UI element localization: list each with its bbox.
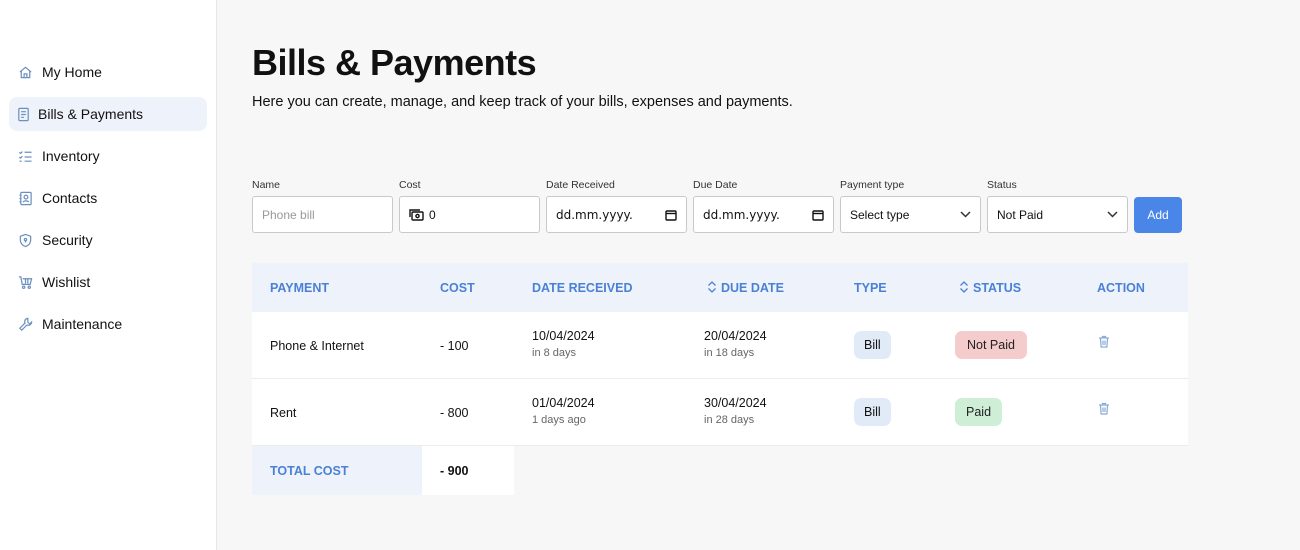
table-row-cells: Phone & Internet - 100 10/04/2024 in 8 d… [252, 312, 1188, 378]
date-received-input[interactable]: dd.mm.yyyy. [546, 196, 687, 233]
header-status[interactable]: STATUS [959, 281, 1021, 295]
table-header: PAYMENT COST DATE RECEIVED DUE DATE TYPE… [252, 263, 1188, 312]
cost-input[interactable]: 0 [399, 196, 540, 233]
date-received-date: 10/04/2024 [532, 329, 595, 343]
date-received-cell: 01/04/2024 1 days ago [532, 396, 595, 426]
contact-card-icon [17, 190, 33, 206]
cost-field: Cost 0 [399, 179, 540, 233]
sidebar-item-label: My Home [42, 64, 102, 80]
header-status-label: STATUS [973, 281, 1022, 295]
status-badge: Paid [955, 398, 1003, 426]
checklist-icon [17, 148, 33, 164]
sidebar-item-maintenance[interactable]: Maintenance [9, 307, 207, 341]
due-date-field: Due Date dd.mm.yyyy. [693, 179, 834, 233]
sidebar-item-wishlist[interactable]: Wishlist [9, 265, 207, 299]
due-date-label: Due Date [693, 179, 738, 191]
payment-type-select[interactable]: Select type [840, 196, 981, 233]
header-date-received: DATE RECEIVED [532, 281, 633, 295]
sidebar-item-label: Security [42, 232, 93, 248]
header-action: ACTION [1097, 281, 1145, 295]
total-row: TOTAL COST - 900 [252, 446, 1188, 495]
money-icon [409, 208, 424, 221]
due-date-relative: in 18 days [704, 347, 755, 359]
gift-cart-icon [17, 274, 33, 290]
type-badge: Bill [854, 398, 891, 426]
sidebar-item-label: Maintenance [42, 316, 123, 332]
name-placeholder: Phone bill [262, 207, 315, 222]
chevron-down-icon [960, 211, 971, 218]
wrench-icon [17, 316, 33, 332]
shield-icon [17, 232, 33, 248]
type-badge: Bill [854, 331, 891, 359]
payment-cost: - 800 [440, 406, 469, 420]
sidebar-item-bills-payments[interactable]: Bills & Payments [9, 97, 207, 131]
date-received-relative: 1 days ago [532, 414, 586, 426]
date-received-relative: in 8 days [532, 347, 577, 359]
page-subtitle: Here you can create, manage, and keep tr… [252, 94, 793, 110]
payment-name: Phone & Internet [270, 339, 364, 353]
header-due-date-label: DUE DATE [721, 281, 784, 295]
table-row: Phone & Internet - 100 10/04/2024 in 8 d… [252, 312, 1188, 379]
sidebar: My Home Bills & Payments Inventory Conta… [0, 0, 217, 550]
sidebar-item-label: Wishlist [42, 274, 91, 290]
sidebar-item-security[interactable]: Security [9, 223, 207, 257]
table-header-cells: PAYMENT COST DATE RECEIVED DUE DATE TYPE… [252, 263, 1188, 312]
status-select[interactable]: Not Paid [987, 196, 1128, 233]
add-button[interactable]: Add [1134, 197, 1182, 233]
due-date-date: 20/04/2024 [704, 329, 767, 343]
add-bill-form: Name Phone bill Cost 0 Date Received dd.… [252, 179, 1182, 233]
sidebar-item-label: Bills & Payments [38, 106, 144, 122]
calendar-icon[interactable] [665, 209, 677, 221]
sort-icon [960, 281, 968, 293]
payment-type-field: Payment type Select type [840, 179, 981, 233]
trash-icon[interactable] [1098, 335, 1110, 351]
total-cost-label: TOTAL COST [252, 446, 422, 495]
name-input[interactable]: Phone bill [252, 196, 393, 233]
due-date-input[interactable]: dd.mm.yyyy. [693, 196, 834, 233]
name-label: Name [252, 179, 281, 191]
date-received-field: Date Received dd.mm.yyyy. [546, 179, 687, 233]
due-date-date: 30/04/2024 [704, 396, 767, 410]
due-date-relative: in 28 days [704, 414, 755, 426]
receipt-icon [15, 106, 31, 122]
date-received-label: Date Received [546, 179, 615, 191]
home-icon [17, 64, 33, 80]
sidebar-item-inventory[interactable]: Inventory [9, 139, 207, 173]
payments-table: PAYMENT COST DATE RECEIVED DUE DATE TYPE… [252, 263, 1188, 495]
status-label: Status [987, 179, 1017, 191]
payment-type-value: Select type [850, 207, 910, 222]
date-received-cell: 10/04/2024 in 8 days [532, 329, 595, 359]
table-row-cells: Rent - 800 01/04/2024 1 days ago 30/04/2… [252, 379, 1188, 445]
cost-label: Cost [399, 179, 421, 191]
payment-cost: - 100 [440, 339, 469, 353]
name-field: Name Phone bill [252, 179, 393, 233]
header-type: TYPE [854, 281, 887, 295]
payment-type-label: Payment type [840, 179, 905, 191]
due-date-value: dd.mm.yyyy. [703, 207, 780, 222]
sidebar-item-label: Inventory [42, 148, 100, 164]
due-date-cell: 20/04/2024 in 18 days [704, 329, 767, 359]
sort-icon [708, 281, 716, 293]
date-received-value: dd.mm.yyyy. [556, 207, 633, 222]
header-due-date[interactable]: DUE DATE [707, 281, 784, 295]
payment-name: Rent [270, 406, 297, 420]
chevron-down-icon [1107, 211, 1118, 218]
sidebar-item-label: Contacts [42, 190, 98, 206]
status-badge: Not Paid [955, 331, 1027, 359]
page-title: Bills & Payments [252, 42, 537, 83]
trash-icon[interactable] [1098, 402, 1110, 418]
calendar-icon[interactable] [812, 209, 824, 221]
header-cost: COST [440, 281, 475, 295]
table-row: Rent - 800 01/04/2024 1 days ago 30/04/2… [252, 379, 1188, 446]
status-value: Not Paid [997, 207, 1044, 222]
sidebar-item-my-home[interactable]: My Home [9, 55, 207, 89]
status-field: Status Not Paid [987, 179, 1128, 233]
sidebar-item-contacts[interactable]: Contacts [9, 181, 207, 215]
cost-value: 0 [429, 207, 436, 222]
header-payment: PAYMENT [270, 281, 330, 295]
date-received-date: 01/04/2024 [532, 396, 595, 410]
due-date-cell: 30/04/2024 in 28 days [704, 396, 767, 426]
total-cost-value: - 900 [422, 446, 514, 495]
